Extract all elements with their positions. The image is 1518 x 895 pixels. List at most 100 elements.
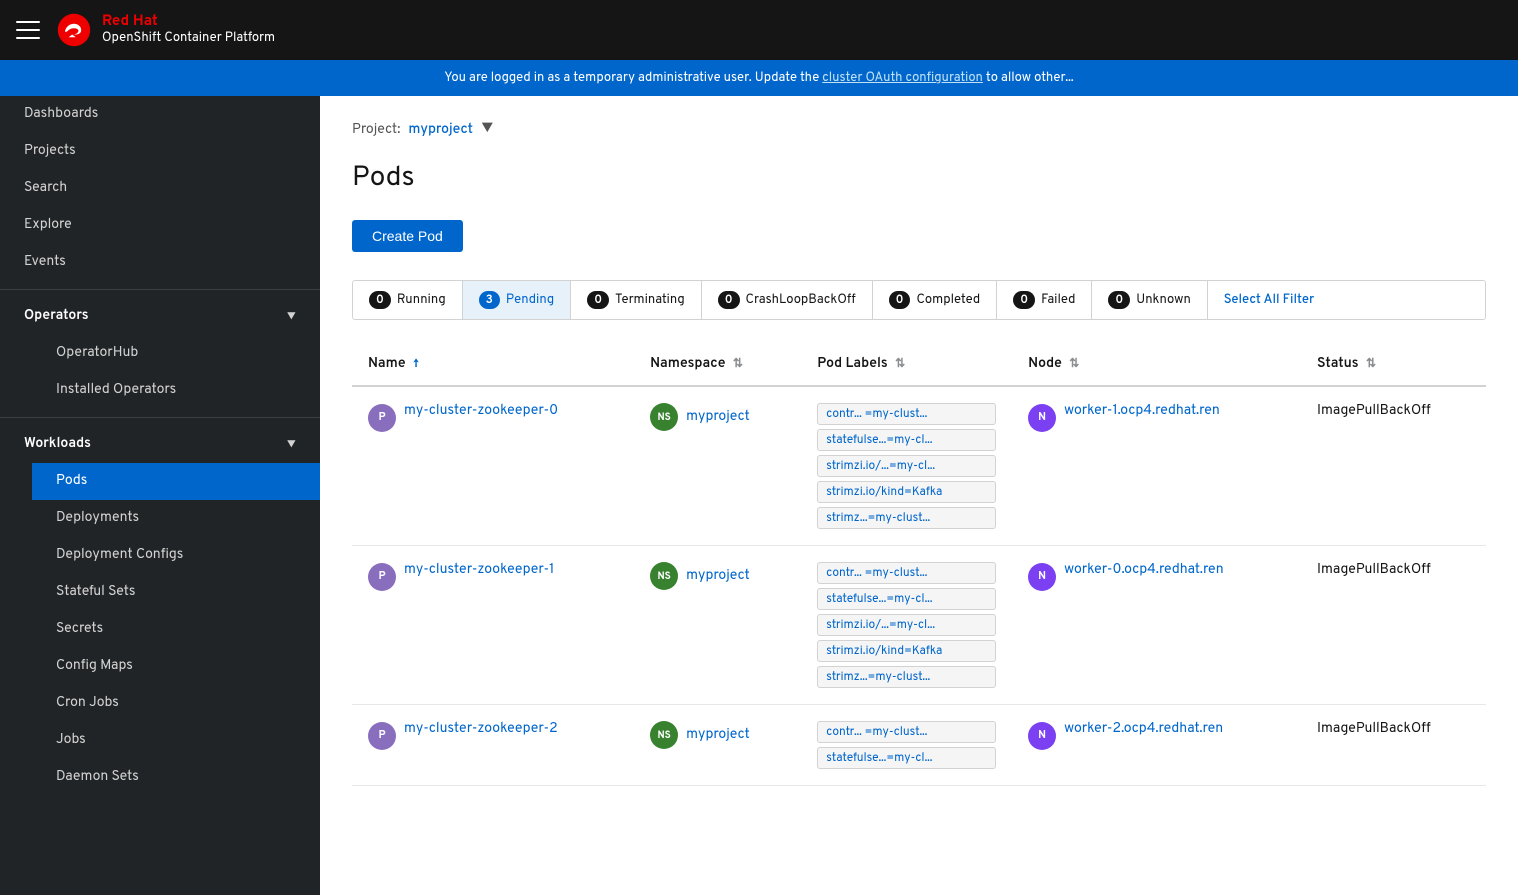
pod-status-cell-2: ImagePullBackOff <box>1301 705 1486 786</box>
node-link[interactable]: worker-2.ocp4.redhat.ren <box>1064 721 1223 738</box>
namespace-link[interactable]: myproject <box>686 568 750 585</box>
sidebar-item-config-maps[interactable]: Config Maps <box>32 648 320 685</box>
running-count: 0 <box>369 291 391 309</box>
col-labels[interactable]: Pod Labels ⇅ <box>801 344 1012 386</box>
col-namespace[interactable]: Namespace ⇅ <box>634 344 801 386</box>
pod-labels-cell-0: contr... =my-clust... statefulse...=my-cl… <box>801 386 1012 546</box>
table-row: P my-cluster-zookeeper-0 NS myproject co… <box>352 386 1486 546</box>
sidebar-item-cron-jobs[interactable]: Cron Jobs <box>32 685 320 722</box>
sort-icon-status: ⇅ <box>1366 356 1376 372</box>
sort-icon-labels: ⇅ <box>895 356 905 372</box>
project-dropdown-arrow[interactable]: ▼ <box>481 120 494 140</box>
filter-tab-running[interactable]: 0 Running <box>353 281 463 319</box>
sidebar-item-secrets[interactable]: Secrets <box>32 611 320 648</box>
pod-node-cell-1: N worker-0.ocp4.redhat.ren <box>1012 546 1301 705</box>
node-badge: N <box>1028 404 1056 432</box>
namespace-badge: NS <box>650 403 678 431</box>
namespace-badge: NS <box>650 562 678 590</box>
label-tag[interactable]: strimzi.io/kind=Kafka <box>817 640 996 662</box>
sort-icon-namespace: ⇅ <box>733 356 743 372</box>
main-content: Project: myproject ▼ Pods Create Pod 0 R… <box>320 96 1518 895</box>
sort-icon-name: ↑ <box>413 356 419 372</box>
label-tag[interactable]: contr... =my-clust... <box>817 403 996 425</box>
sidebar-divider-1 <box>0 289 320 290</box>
sort-icon-node: ⇅ <box>1069 356 1079 372</box>
sidebar-section-operators[interactable]: Operators ▼ <box>0 298 320 335</box>
label-tag[interactable]: strimz...=my-clust... <box>817 666 996 688</box>
filter-tab-completed[interactable]: 0 Completed <box>873 281 998 319</box>
pod-name-link[interactable]: my-cluster-zookeeper-0 <box>404 403 558 420</box>
col-status[interactable]: Status ⇅ <box>1301 344 1486 386</box>
oauth-config-link[interactable]: cluster OAuth configuration <box>822 70 983 86</box>
project-selector[interactable]: Project: myproject ▼ <box>352 120 1486 140</box>
status-badge: ImagePullBackOff <box>1317 562 1431 579</box>
label-tag[interactable]: strimz...=my-clust... <box>817 507 996 529</box>
pods-table: Name ↑ Namespace ⇅ Pod Labels ⇅ <box>352 344 1486 786</box>
filter-tab-crashloopbackoff[interactable]: 0 CrashLoopBackOff <box>702 281 873 319</box>
col-node[interactable]: Node ⇅ <box>1012 344 1301 386</box>
namespace-link[interactable]: myproject <box>686 409 750 426</box>
label-tag[interactable]: statefulse...=my-cl... <box>817 747 996 769</box>
pod-pending-badge: P <box>368 563 396 591</box>
sidebar-item-installed-operators[interactable]: Installed Operators <box>32 372 320 409</box>
sidebar-item-deployment-configs[interactable]: Deployment Configs <box>32 537 320 574</box>
status-badge: ImagePullBackOff <box>1317 403 1431 420</box>
sidebar-item-projects[interactable]: Projects <box>0 133 320 170</box>
sidebar-item-events[interactable]: Events <box>0 244 320 281</box>
select-all-label: Select All Filter <box>1224 292 1314 308</box>
node-link[interactable]: worker-1.ocp4.redhat.ren <box>1064 403 1220 420</box>
sidebar-item-daemon-sets[interactable]: Daemon Sets <box>32 759 320 796</box>
pod-labels-cell-2: contr... =my-clust... statefulse...=my-cl… <box>801 705 1012 786</box>
filter-tab-pending[interactable]: 3 Pending <box>463 281 572 319</box>
sidebar-item-search[interactable]: Search <box>0 170 320 207</box>
pod-name-cell-0: P my-cluster-zookeeper-0 <box>352 386 634 546</box>
table-row: P my-cluster-zookeeper-2 NS myproject co… <box>352 705 1486 786</box>
pod-namespace-cell-1: NS myproject <box>634 546 801 705</box>
pod-name-link[interactable]: my-cluster-zookeeper-1 <box>404 562 554 579</box>
filter-tab-select-all[interactable]: Select All Filter <box>1208 282 1330 318</box>
completed-count: 0 <box>889 291 911 309</box>
pod-status-cell-0: ImagePullBackOff <box>1301 386 1486 546</box>
pod-node-cell-0: N worker-1.ocp4.redhat.ren <box>1012 386 1301 546</box>
sidebar-item-jobs[interactable]: Jobs <box>32 722 320 759</box>
filter-tab-terminating[interactable]: 0 Terminating <box>571 281 702 319</box>
label-tag[interactable]: statefulse...=my-cl... <box>817 429 996 451</box>
sidebar: Dashboards Projects Search Explore Event… <box>0 96 320 895</box>
project-label: Project: <box>352 122 400 139</box>
chevron-down-icon-2: ▼ <box>287 437 296 453</box>
col-name[interactable]: Name ↑ <box>352 344 634 386</box>
info-banner: You are logged in as a temporary adminis… <box>0 60 1518 96</box>
terminating-label: Terminating <box>615 292 685 308</box>
hamburger-menu[interactable] <box>16 21 40 39</box>
terminating-count: 0 <box>587 291 609 309</box>
sidebar-item-dashboards[interactable]: Dashboards <box>0 96 320 133</box>
label-tag[interactable]: strimzi.io/kind=Kafka <box>817 481 996 503</box>
page-title: Pods <box>352 160 1486 196</box>
filter-tab-failed[interactable]: 0 Failed <box>997 281 1092 319</box>
crashloop-count: 0 <box>718 291 740 309</box>
label-tag[interactable]: contr... =my-clust... <box>817 562 996 584</box>
sidebar-item-explore[interactable]: Explore <box>0 207 320 244</box>
table-row: P my-cluster-zookeeper-1 NS myproject co… <box>352 546 1486 705</box>
status-badge: ImagePullBackOff <box>1317 721 1431 738</box>
node-link[interactable]: worker-0.ocp4.redhat.ren <box>1064 562 1224 579</box>
label-tag[interactable]: strimzi.io/...=my-cl... <box>817 455 996 477</box>
label-tag[interactable]: strimzi.io/...=my-cl... <box>817 614 996 636</box>
redhat-logo <box>56 12 92 48</box>
label-tag[interactable]: statefulse...=my-cl... <box>817 588 996 610</box>
create-pod-button[interactable]: Create Pod <box>352 220 463 252</box>
sidebar-item-operatorhub[interactable]: OperatorHub <box>32 335 320 372</box>
label-tag[interactable]: contr... =my-clust... <box>817 721 996 743</box>
namespace-link[interactable]: myproject <box>686 727 750 744</box>
pod-name-link[interactable]: my-cluster-zookeeper-2 <box>404 721 558 738</box>
sidebar-section-workloads[interactable]: Workloads ▼ <box>0 426 320 463</box>
sidebar-item-deployments[interactable]: Deployments <box>32 500 320 537</box>
sidebar-item-pods[interactable]: Pods <box>32 463 320 500</box>
brand: Red Hat OpenShift Container Platform <box>56 12 275 48</box>
pod-namespace-cell-2: NS myproject <box>634 705 801 786</box>
filter-tab-unknown[interactable]: 0 Unknown <box>1092 281 1207 319</box>
sidebar-item-stateful-sets[interactable]: Stateful Sets <box>32 574 320 611</box>
chevron-down-icon: ▼ <box>287 309 296 325</box>
failed-label: Failed <box>1041 292 1075 308</box>
pod-pending-badge: P <box>368 404 396 432</box>
